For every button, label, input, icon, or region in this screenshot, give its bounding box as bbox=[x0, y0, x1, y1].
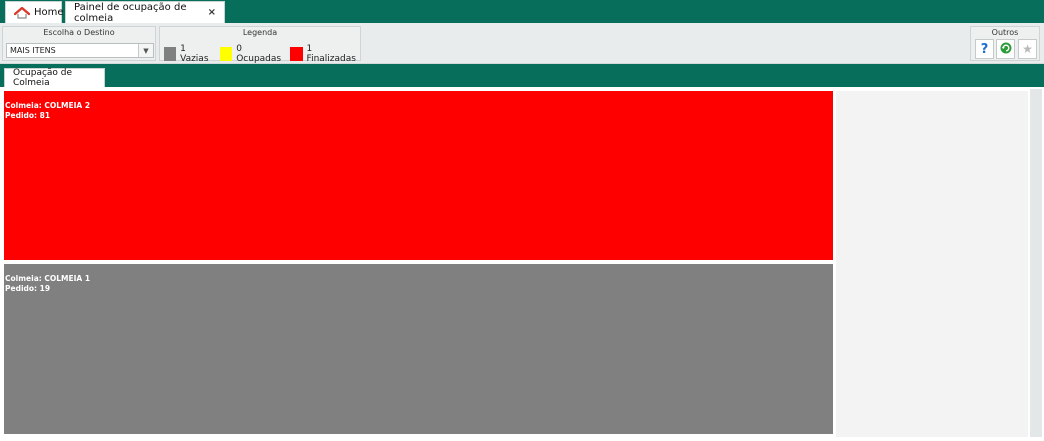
destino-group: Escolha o Destino MAIS ITENS ▼ bbox=[2, 26, 156, 61]
legend-row: 1 Vazias 0 Ocupadas 1 Finalizadas bbox=[164, 44, 365, 64]
legend-swatch-vazias bbox=[164, 47, 177, 61]
legend-swatch-ocupadas bbox=[220, 47, 233, 61]
colmeia-name: Colmeia: COLMEIA 2 bbox=[5, 101, 91, 110]
favorite-button[interactable]: ★ bbox=[1018, 39, 1037, 59]
help-button[interactable]: ? bbox=[975, 39, 994, 59]
colmeia-name: Colmeia: COLMEIA 1 bbox=[5, 274, 91, 283]
destino-selected-value: MAIS ITENS bbox=[10, 46, 56, 55]
close-tab-icon[interactable]: × bbox=[208, 7, 216, 18]
colmeia-panel: Colmeia: COLMEIA 2 Pedido: 81 Colmeia: C… bbox=[0, 87, 1044, 441]
legend-swatch-finalizadas bbox=[290, 47, 303, 61]
toolbar: Escolha o Destino MAIS ITENS ▼ Legenda 1… bbox=[0, 23, 1044, 64]
legenda-title: Legenda bbox=[242, 28, 278, 37]
colmeia-card[interactable]: Colmeia: COLMEIA 1 Pedido: 19 bbox=[4, 264, 833, 434]
refresh-icon bbox=[1000, 42, 1012, 57]
legenda-group: Legenda 1 Vazias 0 Ocupadas 1 Finalizada… bbox=[159, 26, 361, 64]
tab-ocupacao-label: Ocupação de Colmeia bbox=[13, 68, 73, 88]
outros-group: Outros ? ★ bbox=[970, 26, 1040, 61]
destino-select[interactable]: MAIS ITENS ▼ bbox=[6, 43, 154, 58]
tab-home-label: Home bbox=[34, 7, 64, 18]
destino-title: Escolha o Destino bbox=[43, 28, 115, 37]
tab-painel-ocupacao[interactable]: Painel de ocupação de colmeia × bbox=[65, 1, 225, 24]
legend-label-vazias: 1 Vazias bbox=[180, 44, 209, 64]
tab-ocupacao-colmeia[interactable]: Ocupação de Colmeia bbox=[4, 68, 105, 88]
legend-label-ocupadas: 0 Ocupadas bbox=[236, 44, 282, 64]
tab-painel-label: Painel de ocupação de colmeia bbox=[74, 1, 187, 24]
outros-title: Outros bbox=[991, 28, 1019, 37]
top-tab-bar: Home Painel de ocupação de colmeia × bbox=[0, 0, 1044, 24]
home-icon bbox=[13, 6, 31, 19]
refresh-button[interactable] bbox=[996, 39, 1015, 59]
tab-home[interactable]: Home bbox=[5, 1, 64, 23]
chevron-down-icon[interactable]: ▼ bbox=[138, 44, 153, 57]
star-icon: ★ bbox=[1022, 42, 1033, 56]
section-tab-strip: Ocupação de Colmeia bbox=[0, 64, 1044, 88]
pedido-number: Pedido: 81 bbox=[5, 111, 51, 120]
vertical-scrollbar[interactable] bbox=[1030, 89, 1042, 437]
pedido-number: Pedido: 19 bbox=[5, 284, 51, 293]
empty-area bbox=[836, 91, 1028, 437]
colmeia-card[interactable]: Colmeia: COLMEIA 2 Pedido: 81 bbox=[4, 91, 833, 260]
legend-label-finalizadas: 1 Finalizadas bbox=[306, 44, 356, 64]
help-icon: ? bbox=[980, 41, 989, 57]
